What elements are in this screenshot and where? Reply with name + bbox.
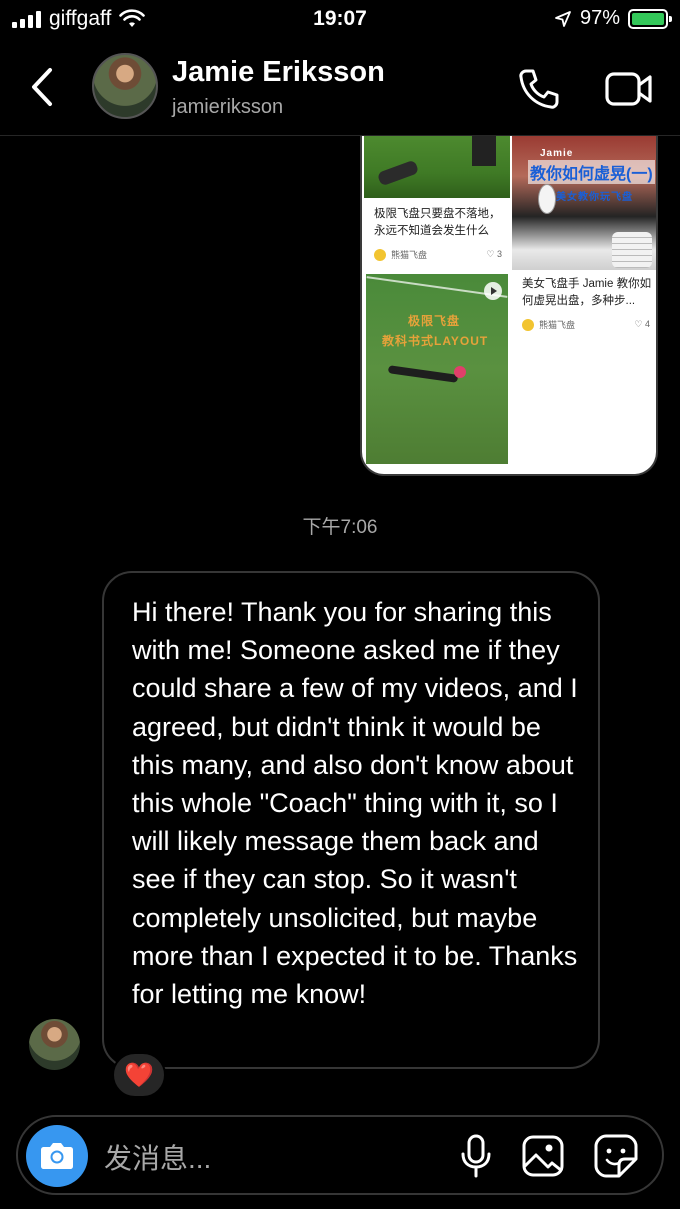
video-camera-icon[interactable] [604, 66, 654, 112]
message-text: Hi there! Thank you for sharing this wit… [132, 597, 578, 1010]
thumbnail-overlay-sub: 美女教你玩飞盘 [556, 192, 633, 203]
post-likes: ♡ 4 [634, 319, 650, 329]
post-tile[interactable]: Jamie 教你如何虚晃(一) 美女教你玩飞盘 [512, 136, 656, 270]
chat-header: Jamie Eriksson jamieriksson [0, 40, 680, 136]
post-thumbnail: Jamie 教你如何虚晃(一) 美女教你玩飞盘 [512, 136, 656, 270]
microphone-icon[interactable] [456, 1133, 496, 1179]
post-meta: 熊猫飞盘 ♡ 4 [522, 318, 650, 331]
post-account: 熊猫飞盘 [391, 250, 428, 260]
play-icon [484, 282, 502, 300]
post-account: 熊猫飞盘 [539, 320, 576, 330]
thumbnail-overlay-title: 教你如何虚晃(一) [528, 160, 655, 184]
thumbnail-overlay-text: 教科书式LAYOUT [382, 334, 489, 348]
contact-avatar[interactable] [92, 53, 158, 119]
contact-name[interactable]: Jamie Eriksson [172, 56, 385, 89]
sticker-icon[interactable] [593, 1133, 639, 1179]
shared-post-card[interactable]: 极限飞盘只要盘不落地，永远不知道会发生什么 熊猫飞盘 ♡ 3 Jamie 教你如… [360, 136, 658, 476]
post-meta: 熊猫飞盘 ♡ 3 [374, 248, 502, 261]
post-tile[interactable]: 极限飞盘只要盘不落地，永远不知道会发生什么 熊猫飞盘 ♡ 3 [364, 136, 510, 270]
phone-icon[interactable] [516, 66, 562, 112]
account-avatar-icon [522, 318, 534, 331]
thumbnail-overlay-text: Jamie [540, 148, 574, 159]
post-thumbnail: 极限飞盘 教科书式LAYOUT [366, 274, 508, 464]
thumbnail-overlay-text: 极限飞盘 [408, 314, 461, 328]
account-avatar-icon [374, 248, 386, 261]
message-composer[interactable]: 发消息... [16, 1115, 664, 1195]
post-likes: ♡ 3 [486, 249, 502, 259]
message-timestamp: 下午7:06 [302, 517, 378, 538]
camera-button[interactable] [26, 1125, 88, 1187]
contact-handle[interactable]: jamieriksson [172, 96, 283, 119]
post-tile[interactable]: 美女飞盘手 Jamie 教你如何虚晃出盘，多种步... 熊猫飞盘 ♡ 4 [512, 272, 656, 342]
post-caption: 极限飞盘只要盘不落地，永远不知道会发生什么 [374, 208, 501, 237]
heart-reaction-icon[interactable]: ❤️ [112, 1052, 166, 1098]
battery-charging-icon [628, 8, 672, 29]
post-tile[interactable]: 极限飞盘 教科书式LAYOUT [366, 274, 508, 464]
post-thumbnail [364, 136, 510, 198]
back-chevron-icon[interactable] [24, 62, 64, 112]
message-input[interactable]: 发消息... [104, 1137, 211, 1177]
camera-icon [41, 1143, 73, 1169]
sender-avatar[interactable] [29, 1019, 80, 1070]
gallery-icon[interactable] [520, 1133, 566, 1179]
message-bubble[interactable]: Hi there! Thank you for sharing this wit… [102, 571, 600, 1069]
location-arrow-icon [555, 10, 571, 27]
status-bar: giffgaff 19:07 97% [0, 0, 680, 40]
battery-percent: 97% [579, 7, 620, 29]
post-caption: 美女飞盘手 Jamie 教你如何虚晃出盘，多种步... [522, 278, 652, 307]
